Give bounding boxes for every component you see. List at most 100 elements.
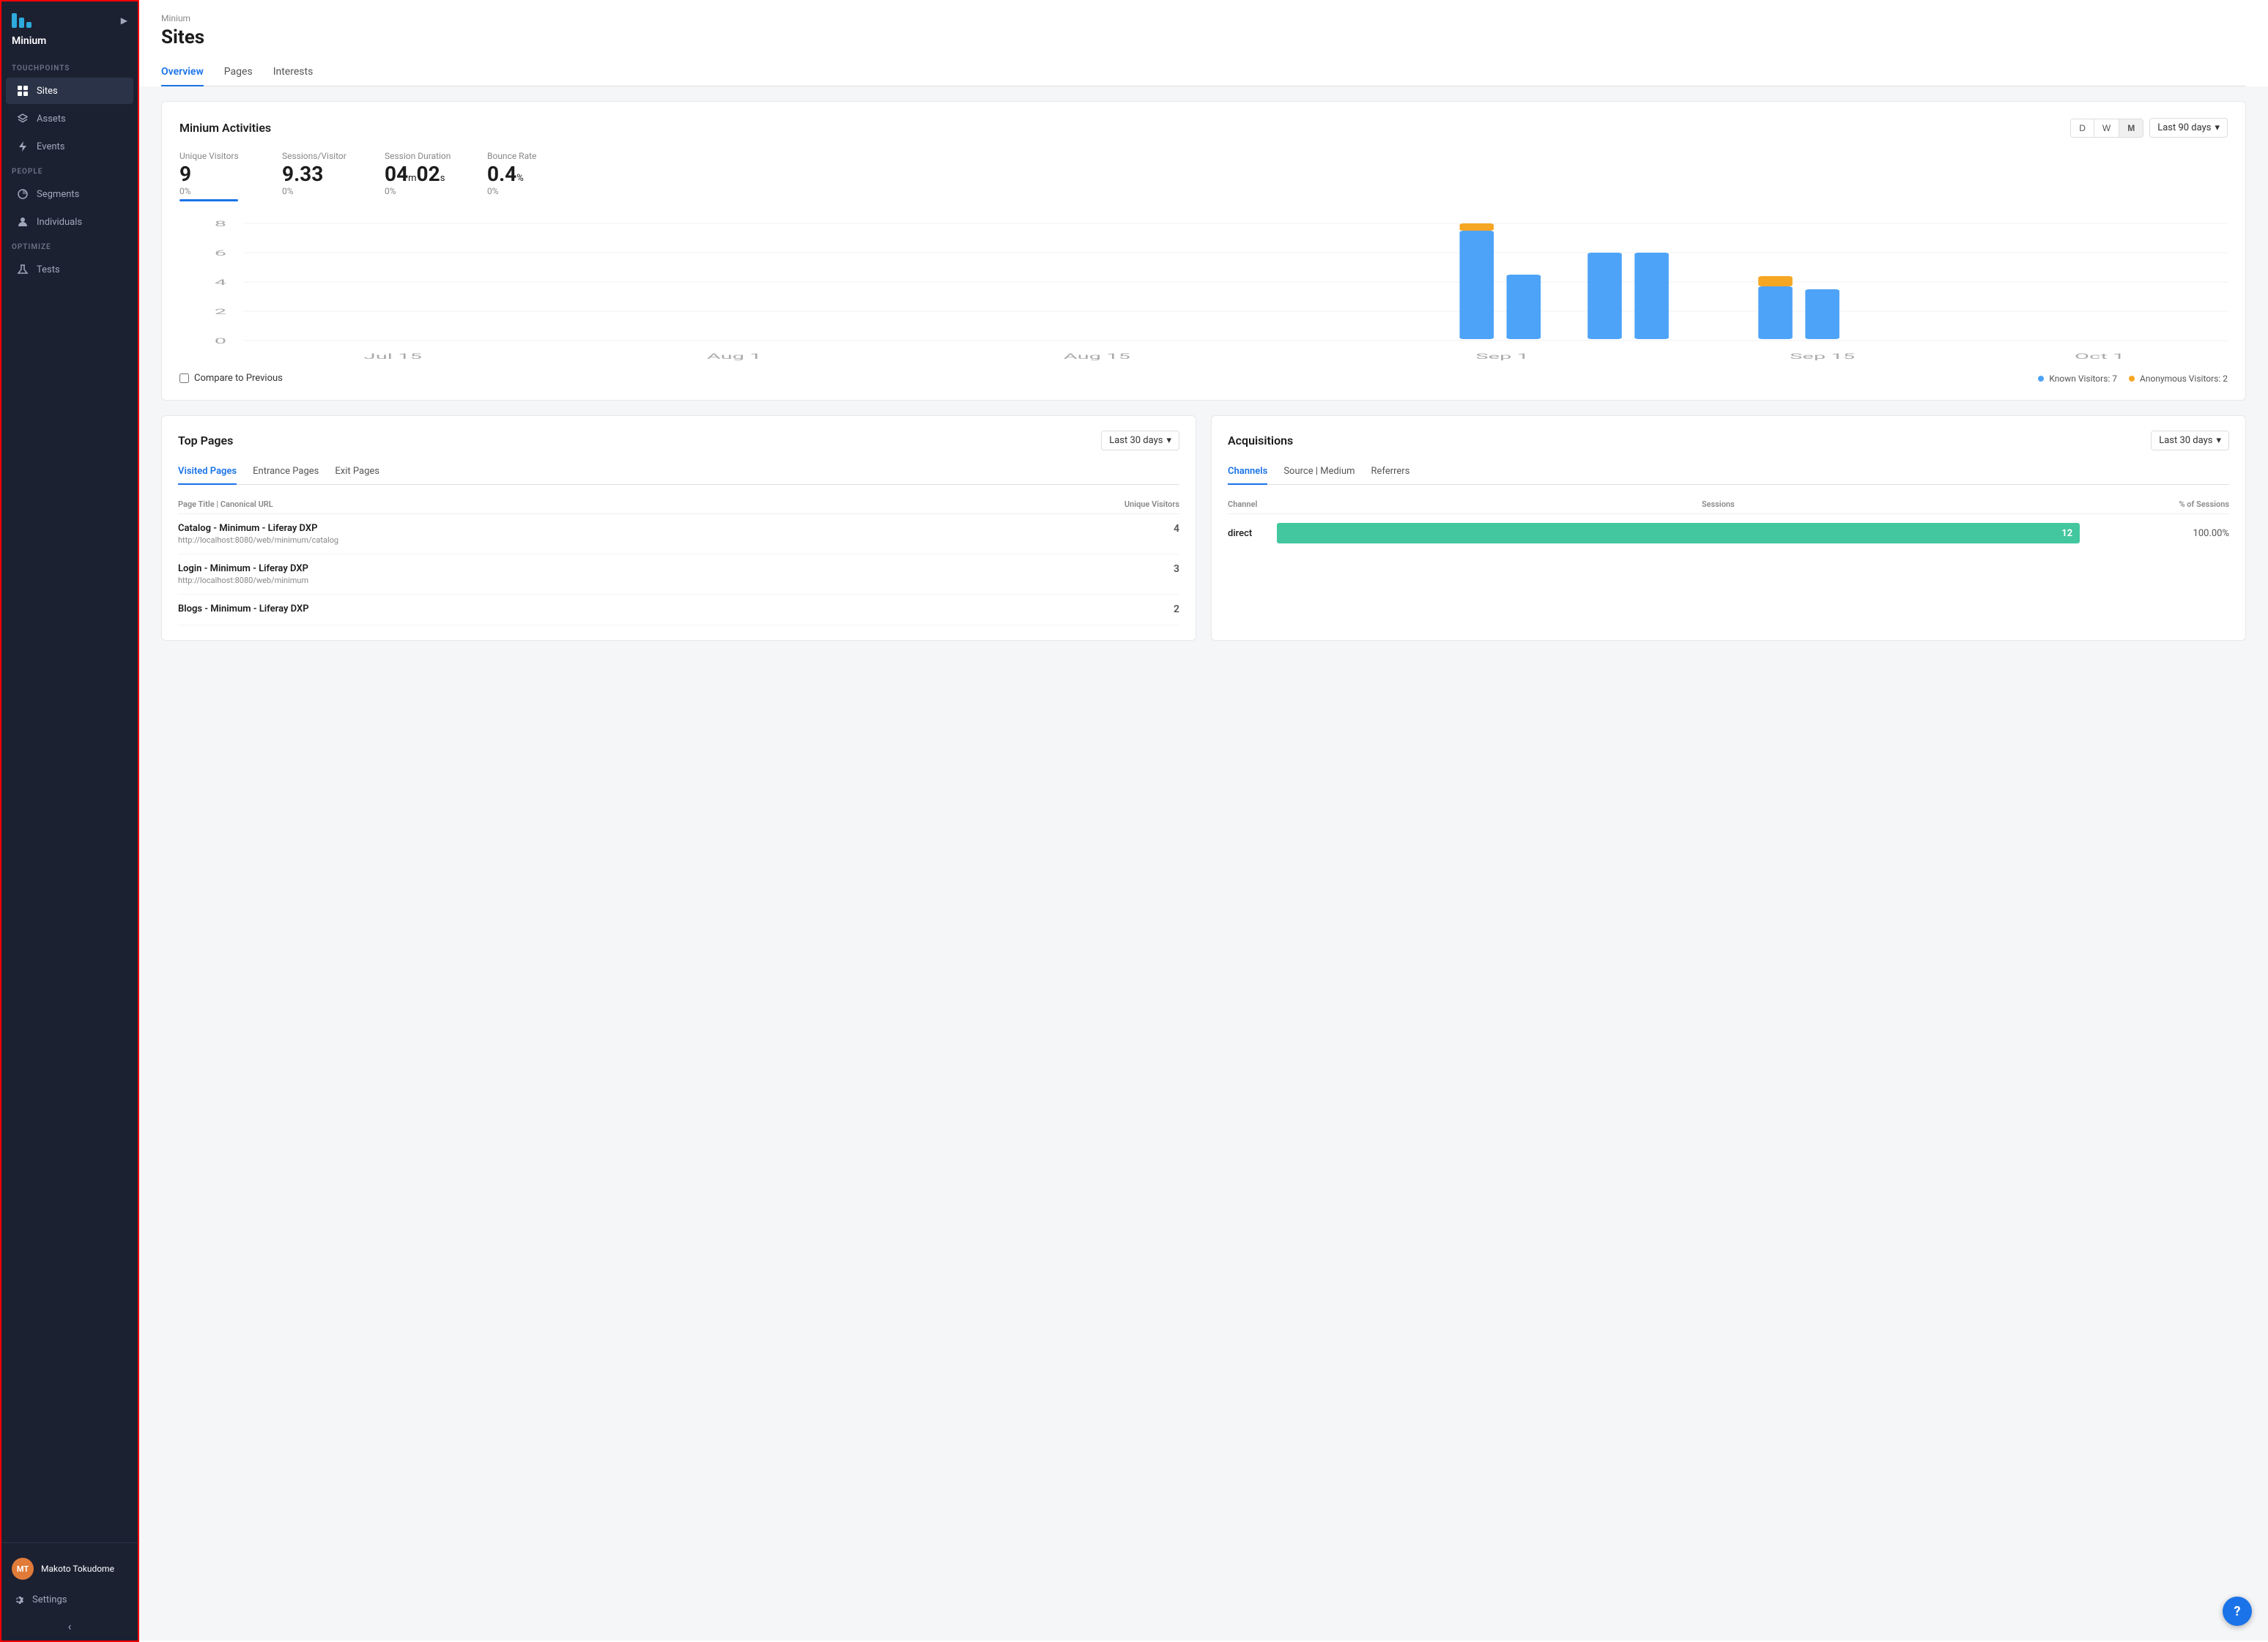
settings-label: Settings — [32, 1594, 67, 1605]
time-btn-d[interactable]: D — [2071, 119, 2094, 137]
time-btn-group: D W M — [2070, 119, 2143, 138]
metric-session-duration: Session Duration 04m02s 0% — [385, 151, 458, 201]
sidebar-item-sites[interactable]: Sites — [6, 78, 133, 104]
sidebar: ▶ Minium TOUCHPOINTS Sites Assets Events… — [0, 0, 139, 1642]
compare-label: Compare to Previous — [194, 373, 283, 384]
svg-text:Jul 15: Jul 15 — [364, 352, 422, 360]
metric-value-bounce-rate: 0.4% — [487, 164, 560, 185]
main-tabs: Overview Pages Interests — [161, 60, 2246, 86]
sidebar-bottom: MT Makoto Tokudome Settings ‹ — [1, 1542, 138, 1641]
chevron-down-icon: ▾ — [2216, 435, 2221, 446]
top-pages-period[interactable]: Last 30 days ▾ — [1101, 431, 1179, 450]
acq-tab-referrers[interactable]: Referrers — [1371, 461, 1410, 485]
bar-sep1-orange — [1460, 223, 1494, 231]
svg-text:Aug 1: Aug 1 — [707, 352, 762, 360]
known-visitors-dot — [2038, 376, 2044, 382]
sidebar-item-segments[interactable]: Segments — [6, 181, 133, 207]
activity-card-title: Minium Activities — [179, 121, 271, 135]
col-pct-sessions: % of Sessions — [2179, 499, 2229, 509]
help-button[interactable]: ? — [2223, 1597, 2252, 1626]
activity-card-header: Minium Activities D W M Last 90 days ▾ — [179, 118, 2228, 138]
main-content: Minium Sites Overview Pages Interests Mi… — [139, 0, 2268, 1642]
chart-svg: 8 6 4 2 0 Jul 15 Aug 1 Aug 15 Sep 1 Sep … — [179, 216, 2228, 363]
sidebar-item-label-segments: Segments — [37, 189, 79, 200]
sidebar-item-individuals[interactable]: Individuals — [6, 209, 133, 235]
known-visitors-label: Known Visitors: 7 — [2049, 374, 2117, 384]
tab-overview[interactable]: Overview — [161, 60, 204, 86]
period-dropdown[interactable]: Last 90 days ▾ — [2149, 118, 2228, 138]
chevron-left-icon: ‹ — [68, 1619, 72, 1633]
period-label: Last 90 days — [2157, 122, 2211, 133]
lightning-icon — [16, 140, 29, 153]
pie-icon — [16, 187, 29, 201]
sidebar-item-label-tests: Tests — [37, 264, 60, 275]
top-pages-card: Top Pages Last 30 days ▾ Visited Pages E… — [161, 415, 1196, 641]
sidebar-item-assets[interactable]: Assets — [6, 105, 133, 132]
metric-value-sessions-visitor: 9.33 — [282, 164, 355, 185]
svg-text:Sep 15: Sep 15 — [1790, 352, 1855, 360]
top-pages-period-label: Last 30 days — [1109, 435, 1163, 446]
top-pages-title: Top Pages — [178, 434, 233, 447]
sidebar-item-label-events: Events — [37, 141, 64, 152]
bar-sep8-blue — [1587, 253, 1622, 339]
svg-text:2: 2 — [215, 308, 226, 316]
flask-icon — [16, 263, 29, 276]
grid-icon — [16, 84, 29, 97]
page-info: Catalog - Minimum - Liferay DXP http://l… — [178, 523, 338, 545]
svg-text:Sep 1: Sep 1 — [1475, 352, 1529, 360]
tab-pages[interactable]: Pages — [224, 60, 253, 86]
page-title: Sites — [161, 26, 2246, 48]
time-btn-m[interactable]: M — [2119, 119, 2143, 137]
page-visitors-row1: 4 — [1174, 523, 1179, 535]
sidebar-item-label-individuals: Individuals — [37, 217, 82, 228]
page-visitors-row2: 3 — [1174, 563, 1179, 575]
metric-unique-visitors: Unique Visitors 9 0% — [179, 151, 253, 201]
compare-to-previous[interactable]: Compare to Previous — [179, 373, 283, 384]
svg-text:Oct 1: Oct 1 — [2075, 352, 2124, 360]
tab-interests[interactable]: Interests — [273, 60, 314, 86]
bar-sep8b-blue — [1634, 253, 1669, 339]
sub-tab-exit-pages[interactable]: Exit Pages — [335, 461, 379, 485]
sub-tab-entrance-pages[interactable]: Entrance Pages — [253, 461, 319, 485]
acq-bar-direct: 12 — [1277, 523, 2080, 543]
acq-table-header: Channel Sessions % of Sessions — [1228, 495, 2229, 514]
table-row: Blogs - Minimum - Liferay DXP 2 — [178, 595, 1179, 625]
settings-item[interactable]: Settings — [1, 1587, 138, 1612]
acq-pct-direct: 100.00% — [2178, 528, 2229, 539]
legend: Known Visitors: 7 Anonymous Visitors: 2 — [2038, 374, 2228, 384]
anonymous-visitors-label: Anonymous Visitors: 2 — [2140, 374, 2228, 384]
bar-sep1-blue — [1460, 231, 1494, 339]
compare-checkbox[interactable] — [179, 374, 189, 383]
main-body: Minium Activities D W M Last 90 days ▾ — [139, 86, 2268, 1641]
anonymous-visitors-dot — [2129, 376, 2135, 382]
sidebar-item-tests[interactable]: Tests — [6, 256, 133, 283]
metric-value-unique-visitors: 9 — [179, 164, 253, 185]
acq-tab-source-medium[interactable]: Source | Medium — [1283, 461, 1354, 485]
metric-sessions-visitor: Sessions/Visitor 9.33 0% — [282, 151, 355, 201]
page-url-row2: http://localhost:8080/web/minimum — [178, 576, 308, 585]
acquisitions-card: Acquisitions Last 30 days ▾ Channels Sou… — [1211, 415, 2246, 641]
acquisitions-sub-tabs: Channels Source | Medium Referrers — [1228, 461, 2229, 485]
collapse-button[interactable]: ‹ — [1, 1612, 138, 1641]
acquisitions-period[interactable]: Last 30 days ▾ — [2151, 431, 2229, 450]
section-label-optimize: OPTIMIZE — [1, 236, 138, 256]
metric-pct-bounce-rate: 0% — [487, 186, 560, 196]
sub-tab-visited-pages[interactable]: Visited Pages — [178, 461, 237, 485]
time-btn-w[interactable]: W — [2094, 119, 2119, 137]
sidebar-item-events[interactable]: Events — [6, 133, 133, 160]
sidebar-expand-icon[interactable]: ▶ — [121, 15, 127, 26]
acq-tab-channels[interactable]: Channels — [1228, 461, 1267, 485]
logo-bar-1 — [12, 13, 17, 28]
metric-label-session-duration: Session Duration — [385, 151, 458, 161]
bottom-row: Top Pages Last 30 days ▾ Visited Pages E… — [161, 415, 2246, 641]
acq-bar-wrap: 12 — [1277, 523, 2169, 543]
bar-sep1b-blue — [1507, 275, 1541, 339]
user-profile[interactable]: MT Makoto Tokudome — [1, 1550, 138, 1587]
legend-anonymous: Anonymous Visitors: 2 — [2129, 374, 2228, 384]
logo-icon — [12, 13, 32, 28]
metric-pct-unique-visitors: 0% — [179, 186, 253, 196]
sidebar-item-label-assets: Assets — [37, 114, 66, 125]
metric-bounce-rate: Bounce Rate 0.4% 0% — [487, 151, 560, 201]
metric-label-sessions-visitor: Sessions/Visitor — [282, 151, 355, 161]
table-row: Login - Minimum - Liferay DXP http://loc… — [178, 554, 1179, 595]
